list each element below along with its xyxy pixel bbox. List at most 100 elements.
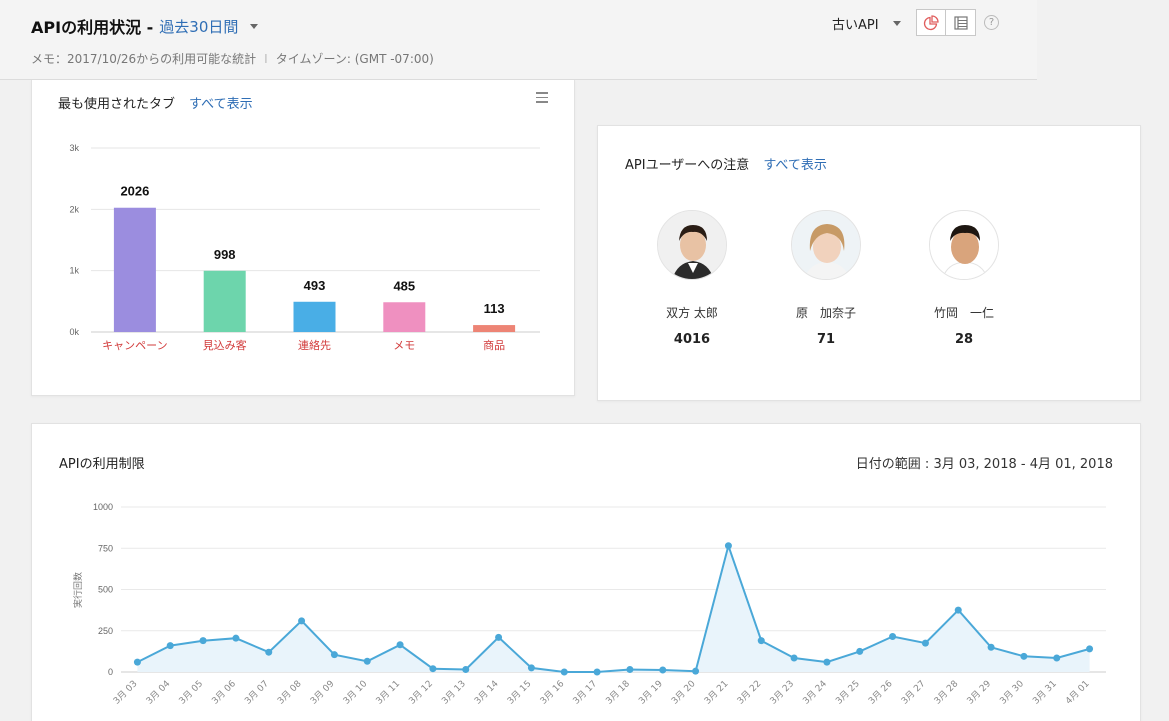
user-count: 71 <box>816 332 836 347</box>
table-view-button[interactable] <box>946 9 976 36</box>
user-avatar[interactable] <box>929 210 999 280</box>
y-tick-label: 500 <box>98 585 113 595</box>
data-point <box>823 658 831 666</box>
api-version-dropdown-icon[interactable] <box>892 21 901 26</box>
bar-value-label: 113 <box>484 301 505 316</box>
user-avatar[interactable] <box>657 210 727 280</box>
chart-view-button[interactable] <box>916 9 946 36</box>
y-tick-label: 1000 <box>93 502 113 512</box>
data-point <box>790 654 798 662</box>
x-category-label: キャンペーン <box>102 339 167 352</box>
data-point <box>462 666 470 674</box>
page-title: APIの利用状況 - <box>31 18 154 37</box>
x-tick-label: 3月 10 <box>341 678 370 707</box>
x-tick-label: 3月 23 <box>768 678 796 706</box>
bar <box>293 301 336 332</box>
x-category-label: 商品 <box>483 338 505 352</box>
data-point <box>298 617 306 625</box>
x-tick-label: 3月 06 <box>210 678 239 707</box>
data-point <box>265 648 273 656</box>
x-tick-label: 3月 11 <box>374 678 402 706</box>
x-tick-label: 3月 16 <box>538 678 567 707</box>
x-tick-label: 3月 14 <box>472 678 501 707</box>
help-icon[interactable]: ? <box>984 15 999 30</box>
data-point <box>363 657 371 665</box>
bar <box>473 325 516 332</box>
user-avatar[interactable] <box>791 210 861 280</box>
avatar-icon <box>658 211 726 279</box>
data-point <box>659 666 667 674</box>
data-point <box>166 642 174 650</box>
pie-chart-icon <box>923 14 939 30</box>
x-tick-label: 3月 30 <box>998 678 1027 707</box>
x-tick-label: 3月 13 <box>440 678 468 706</box>
data-point <box>232 634 240 642</box>
data-point <box>1053 654 1061 662</box>
api-version-label: 古いAPI <box>832 18 879 33</box>
x-tick-label: 3月 21 <box>702 678 730 706</box>
y-tick-label: 750 <box>98 543 113 553</box>
bar <box>113 207 156 332</box>
period-selector[interactable]: 過去30日間 <box>159 16 238 37</box>
user-card[interactable]: 竹岡 一仁 28 <box>904 210 1024 347</box>
x-tick-label: 3月 09 <box>308 678 337 707</box>
title-row: APIの利用状況 - 過去30日間 <box>31 14 259 38</box>
period-dropdown-icon[interactable] <box>250 23 259 29</box>
data-point <box>626 666 634 674</box>
memo-separator: I <box>264 51 268 66</box>
x-category-label: 見込み客 <box>203 338 247 352</box>
x-tick-label: 3月 28 <box>932 678 961 707</box>
x-tick-label: 3月 24 <box>801 678 830 707</box>
x-tick-label: 3月 07 <box>243 678 271 706</box>
api-limit-card: APIの利用制限 日付の範囲 : 3月 03, 2018 - 4月 01, 20… <box>31 423 1141 721</box>
api-version-selector[interactable]: 古いAPI <box>832 14 901 33</box>
bar <box>383 302 426 332</box>
bar-value-label: 2026 <box>120 184 149 199</box>
x-tick-label: 3月 04 <box>144 678 173 707</box>
user-count: 4016 <box>673 332 711 347</box>
data-point <box>954 606 962 614</box>
x-tick-label: 3月 15 <box>505 678 533 706</box>
table-icon <box>953 15 968 30</box>
data-point <box>757 637 765 645</box>
data-point <box>199 637 207 645</box>
data-point <box>495 633 503 641</box>
users-show-all-link[interactable]: すべて表示 <box>763 154 827 173</box>
x-tick-label: 3月 19 <box>637 678 666 707</box>
user-name: 竹岡 一仁 <box>933 306 994 320</box>
user-card[interactable]: 原 加奈子 71 <box>766 210 886 347</box>
user-name: 双方 太郎 <box>666 306 718 320</box>
user-card[interactable]: 双方 太郎 4016 <box>632 210 752 347</box>
timezone-text: タイムゾーン: (GMT -07:00) <box>275 52 434 66</box>
data-point <box>1020 652 1028 660</box>
memo-text: メモ：2017/10/26からの利用可能な統計 <box>31 52 257 66</box>
bar-value-label: 493 <box>304 278 326 293</box>
y-tick-label: 1k <box>69 266 79 276</box>
api-usage-line-chart: 02505007501000実行回数3月 03 3月 04 3月 05 3月 06 3月… <box>72 502 1106 707</box>
x-tick-label: 3月 31 <box>1031 678 1059 706</box>
x-tick-label: 3月 20 <box>669 678 698 707</box>
data-point <box>987 643 995 651</box>
bar-value-label: 998 <box>214 247 236 262</box>
x-tick-label: 3月 18 <box>604 678 633 707</box>
data-point <box>560 668 568 676</box>
data-point <box>429 665 437 673</box>
bar <box>203 270 246 332</box>
bar-value-label: 485 <box>393 278 415 293</box>
avatar-icon <box>792 211 860 279</box>
user-name: 原 加奈子 <box>795 306 856 320</box>
data-point <box>1086 645 1094 653</box>
x-tick-label: 3月 17 <box>571 678 599 706</box>
most-used-tabs-card: 最も使用されたタブ すべて表示 0k 1k 2k 3k 2026 キャンペーン 998 見込み… <box>31 80 575 396</box>
x-tick-label: 3月 03 <box>111 678 139 706</box>
data-point <box>856 647 864 655</box>
x-category-label: 連絡先 <box>298 338 331 352</box>
users-card-header: APIユーザーへの注意 すべて表示 <box>625 154 827 173</box>
y-tick-label: 0k <box>69 327 79 337</box>
x-tick-label: 3月 12 <box>407 678 435 706</box>
data-point <box>396 641 404 649</box>
data-point <box>692 667 700 675</box>
page-header: APIの利用状況 - 過去30日間 メモ：2017/10/26からの利用可能な統… <box>0 0 1037 80</box>
y-tick-label: 0 <box>108 667 113 677</box>
x-tick-label: 3月 26 <box>866 678 895 707</box>
